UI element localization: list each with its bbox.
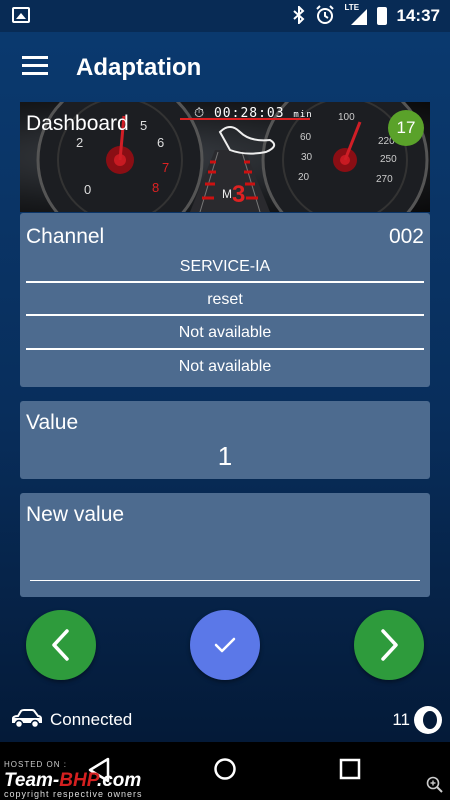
timer-icon: ⏱: [194, 106, 206, 121]
status-bar: LTE 14:37: [0, 0, 450, 32]
connection-count: 11: [392, 710, 410, 729]
alarm-icon: [315, 4, 335, 28]
value-label: Value: [26, 411, 79, 434]
channel-row-info: Not available: [178, 324, 272, 341]
current-value: 1: [217, 441, 233, 471]
dashboard-timer: ⏱ 00:28:03 min: [194, 106, 313, 121]
battery-icon: [376, 7, 387, 25]
watermark-copyright: copyright respective owners: [4, 789, 143, 799]
svg-text:8: 8: [152, 180, 159, 195]
chevron-right-icon: [381, 629, 398, 661]
new-value-card: New value: [20, 493, 430, 597]
bluetooth-icon: [292, 4, 305, 27]
app-logo-icon[interactable]: [414, 706, 442, 734]
svg-text:2: 2: [76, 135, 83, 150]
timer-value: 00:28:03: [213, 106, 285, 121]
svg-text:3: 3: [232, 181, 245, 208]
connection-status: Connected: [50, 710, 133, 729]
svg-text:5: 5: [140, 118, 147, 133]
car-icon: [12, 709, 42, 729]
channel-row-action: reset: [207, 291, 243, 308]
watermark-brand-a: Team-: [4, 770, 60, 791]
watermark-hosted: HOSTED ON :: [4, 760, 68, 769]
svg-text:6: 6: [157, 135, 164, 150]
channel-row-name: SERVICE-IA: [179, 258, 271, 275]
channel-number: 002: [388, 225, 424, 248]
zoom-icon[interactable]: [426, 776, 444, 794]
svg-text:7: 7: [162, 160, 169, 175]
channel-card: Channel 002 SERVICE-IA reset Not availab…: [20, 213, 430, 387]
dashboard-badge: 17: [388, 110, 424, 146]
watermark-brand-b: BHP: [59, 770, 97, 791]
previous-button[interactable]: [26, 610, 96, 680]
new-value-input[interactable]: [30, 543, 420, 581]
svg-text:30: 30: [301, 152, 313, 163]
value-card: Value 1: [20, 401, 430, 479]
svg-text:0: 0: [84, 182, 91, 197]
svg-text:20: 20: [298, 172, 310, 183]
page-title: Adaptation: [76, 54, 202, 81]
app-toolbar: Adaptation: [0, 32, 450, 102]
checkmark-icon: [214, 637, 236, 653]
svg-text:100: 100: [338, 112, 355, 123]
new-value-label: New value: [26, 503, 125, 526]
status-icons: LTE 14:37: [292, 0, 440, 32]
chevron-left-icon: [52, 629, 69, 661]
dashboard-label: Dashboard: [26, 112, 129, 135]
next-button[interactable]: [354, 610, 424, 680]
dashboard-banner[interactable]: 2 0 6 5 7 8 60 30 20 100 220 250 270 M 3…: [20, 102, 430, 212]
watermark-brand-c: .com: [96, 770, 142, 791]
channel-row-info: Not available: [178, 358, 272, 375]
recents-nav-icon[interactable]: [339, 756, 361, 782]
home-nav-icon[interactable]: [213, 756, 237, 782]
channel-label: Channel: [26, 225, 105, 248]
hamburger-menu-icon[interactable]: [22, 56, 48, 76]
timer-unit: min: [293, 110, 313, 120]
svg-text:270: 270: [376, 174, 393, 185]
clock: 14:37: [396, 6, 440, 25]
connection-status-bar: Connected 11: [0, 700, 450, 740]
confirm-button[interactable]: [190, 610, 260, 680]
signal-icon: LTE: [345, 3, 367, 25]
image-icon: [12, 7, 30, 23]
svg-text:M: M: [222, 187, 232, 201]
svg-text:250: 250: [380, 154, 397, 165]
svg-text:60: 60: [300, 132, 312, 143]
